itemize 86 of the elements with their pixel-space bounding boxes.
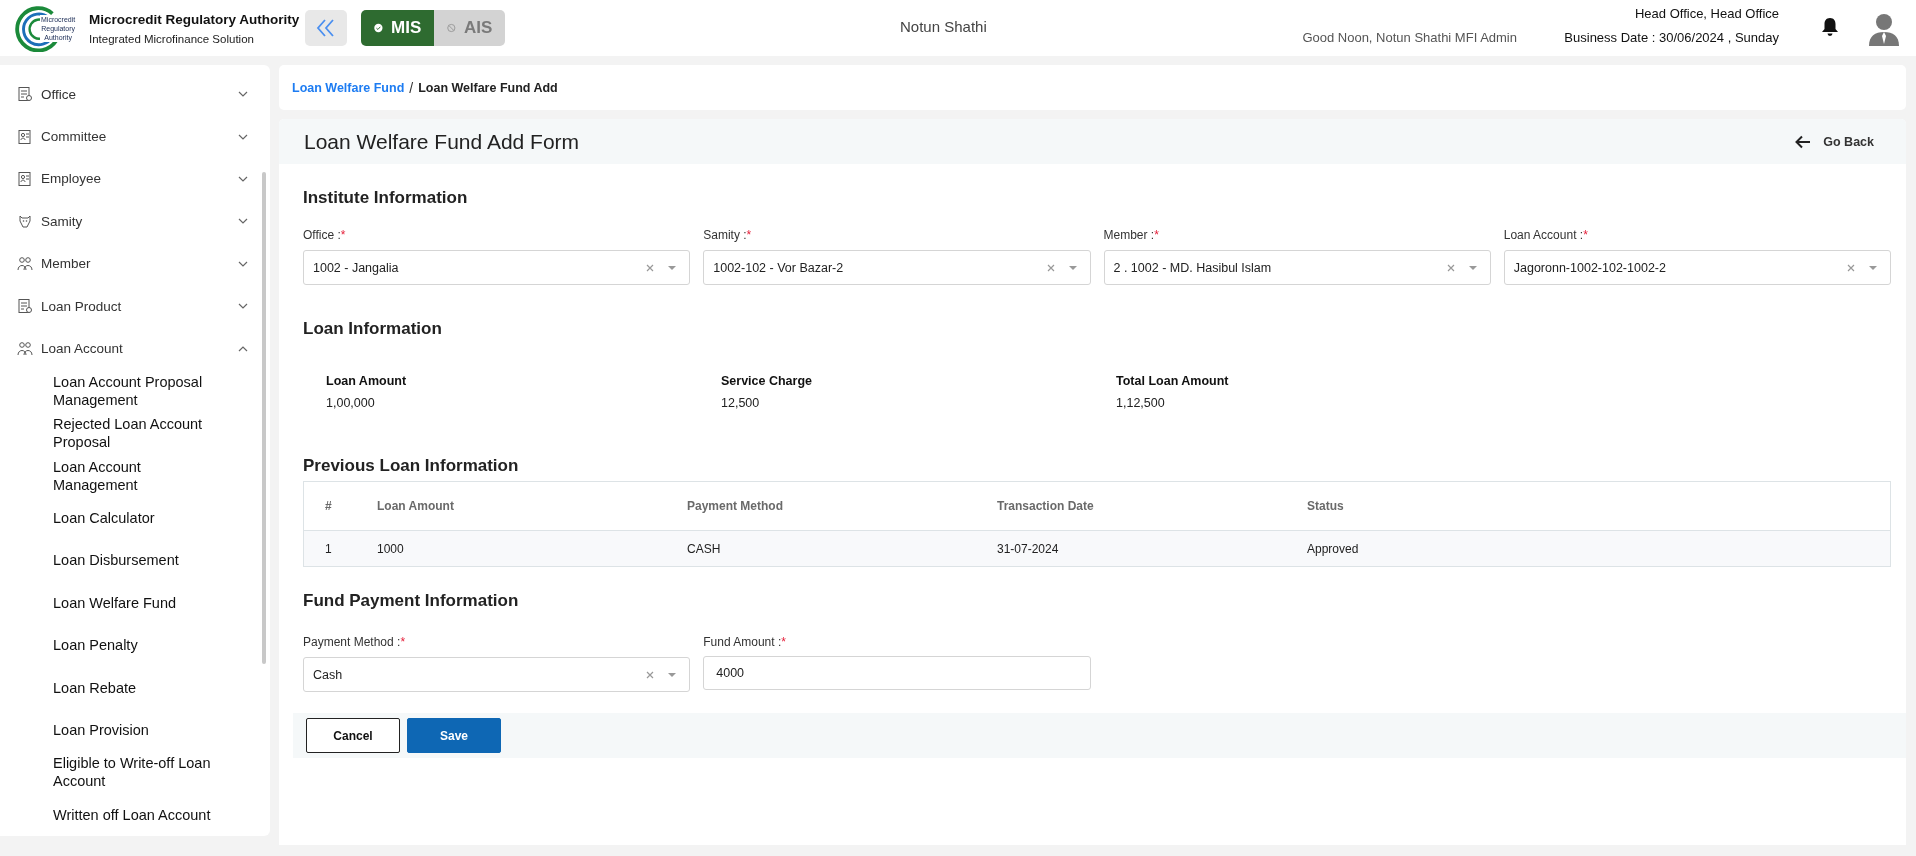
input-field[interactable]: 4000 [703,656,1091,690]
info-value: 12,500 [721,395,760,412]
select-field[interactable]: Jagoronn-1002-102-1002-2 [1503,250,1891,285]
table-cell: 1 [303,530,377,567]
dropdown-caret-icon[interactable] [1067,264,1078,271]
dropdown-caret-icon[interactable] [667,671,678,678]
business-date: Business Date : 30/06/2024 , Sunday [1564,30,1779,45]
module-tab[interactable]: MIS [361,10,435,46]
select-field[interactable]: Cash [303,657,691,692]
sidebar-subitem[interactable]: Loan Account Proposal Management [53,372,229,409]
section-heading: Previous Loan Information [303,455,520,477]
sidebar-subitem[interactable]: Rejected Loan Account Proposal [53,415,229,452]
app-subtitle: Integrated Microfinance Solution [89,32,255,45]
clear-icon[interactable] [1445,262,1456,273]
notification-bell-icon[interactable] [1821,17,1839,37]
info-label: Service Charge [721,373,813,390]
document-icon [17,298,33,315]
section-heading: Institute Information [303,187,469,209]
sidebar-item[interactable]: Loan Account [0,327,270,370]
info-value: 1,12,500 [1116,395,1165,412]
dropdown-caret-icon[interactable] [1868,264,1878,271]
sidebar-subitem[interactable]: Loan Calculator [53,509,155,528]
sidebar-subitem[interactable]: Eligible to Write-off Loan Account [53,754,229,791]
sidebar-item[interactable]: Office [0,73,270,116]
breadcrumb-link[interactable]: Loan Welfare Fund [292,80,405,95]
organization-name: Notun Shathi [900,18,987,35]
sidebar-item[interactable]: Loan Product [0,284,270,328]
field-label: Loan Account :* [1503,227,1589,244]
table-cell: Approved [1307,530,1891,567]
sidebar-item[interactable]: Samity [0,200,270,243]
sidebar-item[interactable]: Member [0,242,270,285]
breadcrumb-current: Loan Welfare Fund Add [418,80,558,95]
select-field[interactable]: 2 . 1002 - MD. Hasibul Islam [1103,250,1491,285]
dropdown-caret-icon[interactable] [1467,264,1478,271]
collapse-sidebar-button[interactable] [305,10,348,46]
animal-face-icon [17,213,33,230]
people-icon [17,255,33,272]
field-label: Payment Method :* [303,634,407,651]
clear-icon[interactable] [1045,262,1056,273]
scrollbar[interactable] [262,172,266,664]
office-text: Head Office, Head Office [1634,6,1779,21]
save-button[interactable]: Save [407,718,501,753]
go-back-button[interactable]: Go Back [1795,130,1874,153]
dropdown-caret-icon[interactable] [667,264,678,271]
sidebar-item[interactable]: Employee [0,157,270,201]
id-card-icon [17,128,33,145]
sidebar-subitem[interactable]: Loan Rebate [53,678,137,697]
cancel-button[interactable]: Cancel [306,718,400,753]
sidebar-subitem[interactable]: Loan Welfare Fund [53,593,177,612]
sidebar-item[interactable]: Committee [0,115,270,158]
section-heading: Fund Payment Information [303,590,520,612]
field-label: Member :* [1103,227,1160,244]
field-label: Office :* [303,227,347,244]
sidebar-subitem[interactable]: Written off Loan Account [53,805,211,824]
breadcrumb-separator: / [409,79,414,96]
select-field[interactable]: 1002-102 - Vor Bazar-2 [703,250,1091,285]
sidebar-subitem[interactable]: Loan Penalty [53,636,138,655]
select-field[interactable]: 1002 - Jangalia [303,250,691,285]
table-cell: 1000 [377,530,687,567]
info-label: Total Loan Amount [1116,373,1229,390]
greeting-text: Good Noon, Notun Shathi MFI Admin [1302,30,1517,45]
app-title: Microcredit Regulatory Authority [89,11,300,27]
sidebar-subitem[interactable]: Loan Account Management [53,457,229,494]
form-title: Loan Welfare Fund Add Form [304,129,580,154]
clear-icon[interactable] [1846,262,1856,273]
column-header: Status [1307,481,1891,531]
info-label: Loan Amount [326,373,407,390]
clear-icon[interactable] [645,669,656,680]
field-label: Fund Amount :* [703,634,787,651]
table-cell: 31-07-2024 [997,530,1307,567]
document-icon [17,86,33,103]
clear-icon[interactable] [645,262,656,273]
sidebar-subitem[interactable]: Loan Disbursement [53,551,179,570]
arrow-left-icon [1795,134,1812,149]
column-header: # [303,481,377,531]
field-label: Samity :* [703,227,753,244]
info-value: 1,00,000 [326,395,375,412]
column-header: Loan Amount [377,481,687,531]
people-icon [17,340,33,357]
id-card-icon [17,170,33,187]
column-header: Payment Method [687,481,997,531]
section-heading: Loan Information [303,318,443,340]
column-header: Transaction Date [997,481,1307,531]
sidebar-subitem[interactable]: Loan Provision [53,721,149,740]
user-avatar-icon[interactable] [1868,12,1900,46]
table-cell: CASH [687,530,997,567]
